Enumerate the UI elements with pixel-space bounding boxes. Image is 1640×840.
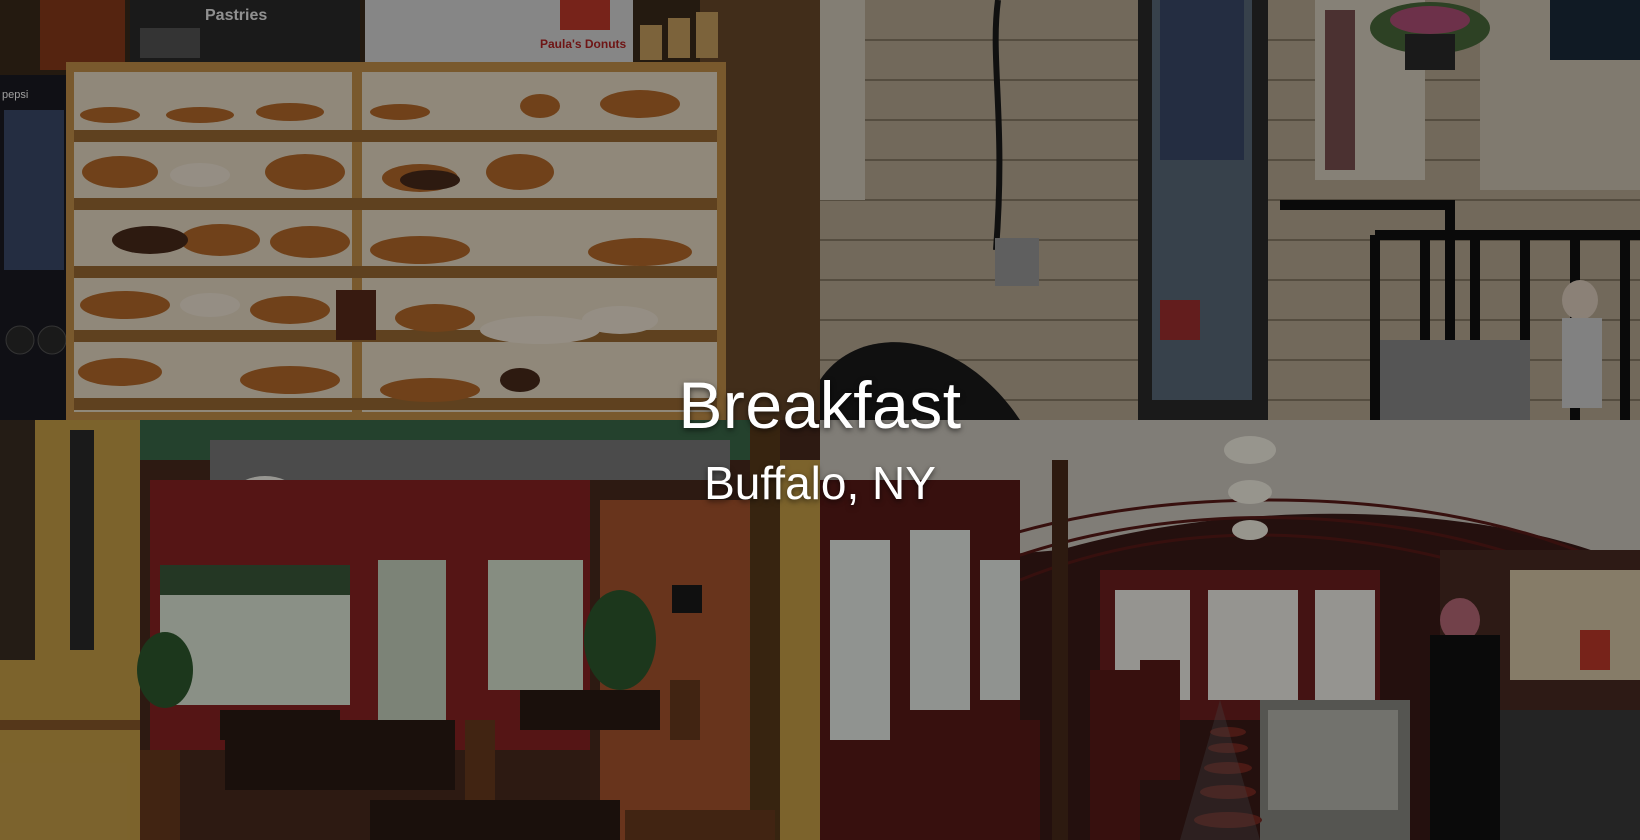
donut-shop-photo: Pastries Paula's Donuts pepsi — [0, 0, 820, 420]
photo-collage: Pastries Paula's Donuts pepsi Breakfast … — [0, 0, 1640, 840]
donut-shop-image: Pastries Paula's Donuts pepsi — [0, 0, 820, 420]
cafe-interior-image — [0, 420, 820, 840]
diner-interior-image — [820, 420, 1640, 840]
brand-sign: Paula's Donuts — [540, 37, 627, 51]
cafe-interior-photo — [0, 420, 820, 840]
storefront-photo — [820, 0, 1640, 420]
diner-interior-photo — [820, 420, 1640, 840]
cooler-brand: pepsi — [2, 89, 28, 101]
menu-heading: Pastries — [205, 7, 267, 24]
storefront-image — [820, 0, 1640, 420]
